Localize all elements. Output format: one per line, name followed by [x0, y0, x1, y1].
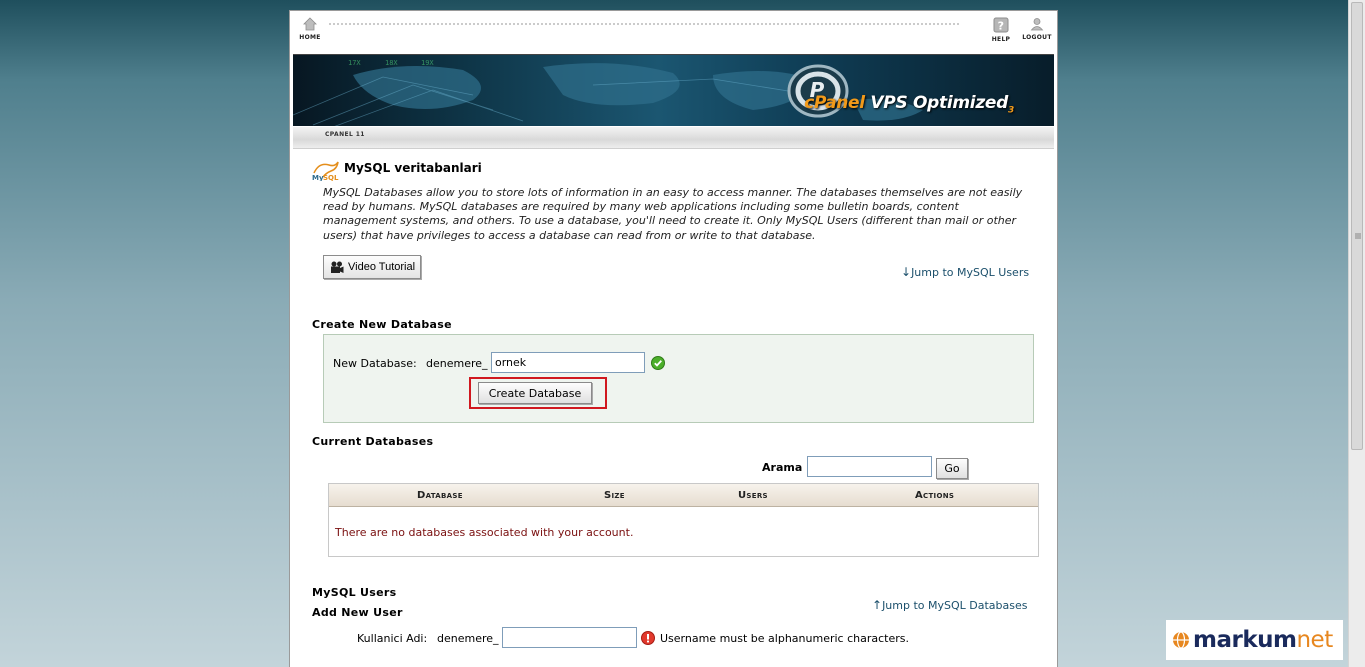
svg-text:?: ?: [998, 20, 1005, 33]
logout-nav-label: LOGOUT: [1022, 34, 1052, 41]
jump-dbs-label: Jump to MySQL Databases: [882, 599, 1028, 612]
arrow-up-icon: ↑: [872, 598, 883, 612]
column-header-database[interactable]: Database: [417, 490, 463, 501]
add-new-user-heading: Add New User: [312, 606, 403, 619]
vertical-scrollbar[interactable]: [1348, 0, 1365, 667]
search-label: Arama: [762, 461, 803, 474]
jump-to-mysql-users-link[interactable]: ↓Jump to MySQL Users: [901, 265, 1029, 279]
username-input[interactable]: [502, 627, 637, 648]
breadcrumb: CPANEL 11: [325, 131, 365, 138]
home-icon: [303, 17, 317, 31]
help-nav-link[interactable]: ? HELP: [989, 17, 1013, 43]
markumnet-watermark: markum net: [1166, 620, 1343, 660]
video-tutorial-button[interactable]: Video Tutorial: [323, 255, 421, 279]
watermark-main-text: markum: [1193, 627, 1297, 653]
error-icon: [641, 631, 655, 645]
column-header-users[interactable]: Users: [738, 490, 768, 501]
cpanel-brand-text: cPanel VPS Optimized3: [804, 93, 1014, 116]
create-database-heading: Create New Database: [312, 318, 452, 331]
help-nav-label: HELP: [991, 36, 1011, 43]
jump-users-label: Jump to MySQL Users: [911, 266, 1030, 279]
jump-to-mysql-databases-link[interactable]: ↑Jump to MySQL Databases: [872, 598, 1028, 612]
mysql-description: MySQL Databases allow you to store lots …: [323, 186, 1023, 242]
svg-text:18X: 18X: [385, 59, 398, 67]
help-icon: ?: [993, 17, 1009, 33]
home-nav-link[interactable]: HOME: [298, 17, 322, 41]
search-go-button[interactable]: Go: [936, 458, 968, 479]
database-prefix: denemere_: [426, 357, 488, 370]
svg-text:SQL: SQL: [323, 174, 339, 181]
new-database-label: New Database:: [333, 357, 417, 370]
top-navigation: HOME ? HELP LOGOUT: [290, 11, 1057, 53]
breadcrumb-bar: CPANEL 11: [293, 127, 1054, 149]
column-header-size[interactable]: Size: [604, 490, 625, 501]
current-databases-heading: Current Databases: [312, 435, 434, 448]
video-camera-icon: [331, 261, 344, 273]
globe-logo-icon: [1173, 631, 1189, 649]
cpanel-page: HOME ? HELP LOGOUT 17X 18X 19X P cPanel …: [289, 10, 1058, 667]
mysql-dolphin-icon: My SQL: [312, 161, 339, 181]
username-error-message: Username must be alphanumeric characters…: [660, 632, 909, 645]
nav-divider: [328, 22, 960, 26]
username-prefix: denemere_: [437, 632, 499, 645]
mysql-users-heading: MySQL Users: [312, 586, 397, 599]
check-valid-icon: [651, 356, 665, 370]
home-nav-label: HOME: [299, 34, 321, 41]
new-database-input[interactable]: [491, 352, 645, 373]
create-database-button[interactable]: Create Database: [478, 382, 592, 404]
databases-table: Database Size Users Actions There are no…: [328, 483, 1039, 557]
video-tutorial-label: Video Tutorial: [348, 261, 416, 273]
logout-nav-link[interactable]: LOGOUT: [1019, 17, 1055, 41]
page-title: MySQL veritabanlari: [344, 161, 482, 175]
svg-text:19X: 19X: [421, 59, 434, 67]
svg-text:17X: 17X: [348, 59, 361, 67]
username-label: Kullanici Adi:: [357, 632, 428, 645]
cpanel-banner: 17X 18X 19X P cPanel VPS Optimized3: [293, 54, 1054, 126]
watermark-accent-text: net: [1296, 627, 1333, 653]
scrollbar-grip-icon: [1355, 233, 1361, 239]
database-search-input[interactable]: [807, 456, 932, 477]
create-database-panel: New Database: denemere_ Create Database: [323, 334, 1034, 423]
logout-user-icon: [1030, 18, 1044, 31]
no-databases-message: There are no databases associated with y…: [335, 526, 634, 539]
scrollbar-thumb[interactable]: [1351, 2, 1363, 450]
table-header: Database Size Users Actions: [329, 484, 1038, 507]
arrow-down-icon: ↓: [901, 265, 912, 279]
column-header-actions: Actions: [915, 490, 955, 501]
